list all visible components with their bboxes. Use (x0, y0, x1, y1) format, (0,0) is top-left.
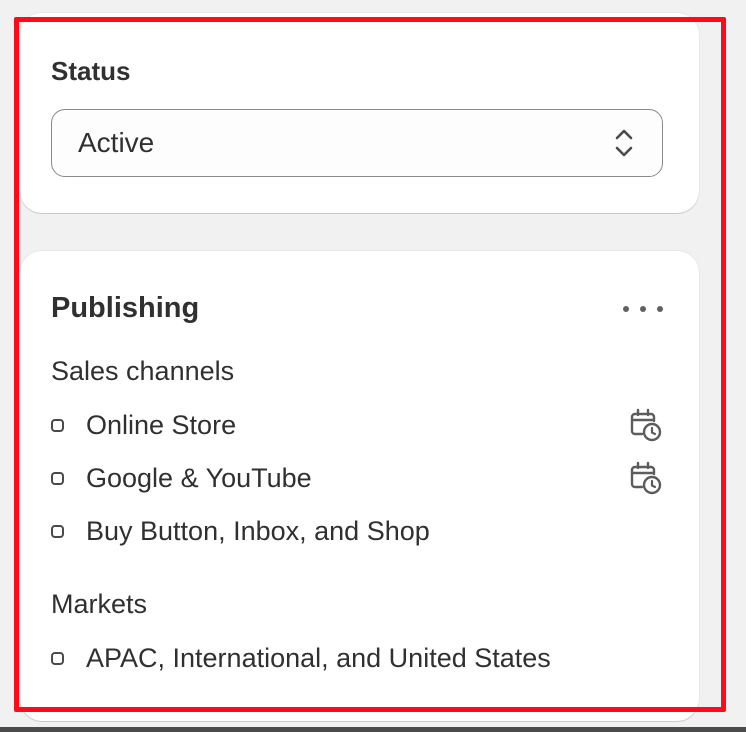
market-label: APAC, International, and United States (86, 642, 551, 673)
bullet-icon (51, 651, 64, 665)
bottom-divider (0, 727, 746, 732)
sales-channel-label: Buy Button, Inbox, and Shop (86, 515, 430, 546)
bullet-icon (51, 418, 64, 432)
chevron-up-down-icon (612, 125, 636, 161)
calendar-schedule-icon[interactable] (627, 460, 663, 496)
sales-channel-item: Online Store (51, 405, 663, 445)
sales-channels-heading: Sales channels (51, 356, 235, 386)
publishing-card: Publishing Sales channels Online Store G… (20, 251, 699, 721)
more-actions-button[interactable] (623, 297, 663, 321)
publishing-title: Publishing (51, 292, 200, 324)
markets-heading: Markets (51, 589, 148, 619)
sales-channel-item: Buy Button, Inbox, and Shop (51, 511, 663, 551)
bullet-icon (51, 524, 64, 538)
bullet-icon (51, 471, 64, 485)
sales-channel-label: Google & YouTube (86, 462, 312, 493)
status-select-value: Active (78, 127, 155, 158)
status-title: Status (51, 56, 131, 86)
calendar-schedule-icon[interactable] (627, 407, 663, 443)
status-card: Status Active (20, 13, 699, 213)
market-item: APAC, International, and United States (51, 638, 663, 678)
status-select[interactable]: Active (51, 109, 663, 177)
more-horizontal-icon (623, 306, 629, 312)
sales-channel-label: Online Store (86, 409, 237, 440)
sales-channel-item: Google & YouTube (51, 458, 663, 498)
